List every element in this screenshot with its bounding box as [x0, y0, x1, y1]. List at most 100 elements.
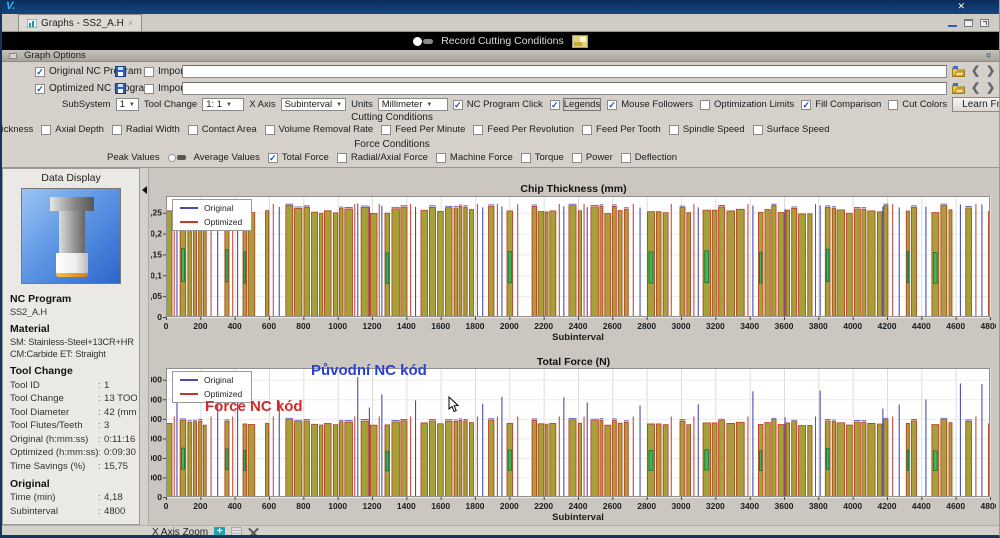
next-arrow-button[interactable]: ❯ [986, 65, 995, 78]
window-close-button[interactable]: ✕ [957, 0, 965, 13]
chip-thickness-plot[interactable] [151, 183, 996, 346]
data-row-tool-flutes-teeth: Tool Flutes/Teeth:3 [10, 420, 137, 431]
record-label: Record Cutting Conditions [441, 35, 564, 47]
checkbox-mouse-followers[interactable]: ✓Mouse Followers [607, 99, 693, 110]
grid-view-icon[interactable] [231, 527, 242, 538]
total-force-plot[interactable] [151, 356, 996, 522]
checkbox-machine-force[interactable]: Machine Force [436, 152, 513, 163]
x-axis-select[interactable]: Subinterval▼ [281, 98, 346, 111]
checkbox-box [669, 125, 679, 135]
chevron-down-icon: ▼ [336, 102, 342, 108]
checkbox-optimized-nc-program[interactable]: ✓Optimized NC Program [35, 83, 152, 94]
popout-icon[interactable] [980, 19, 989, 27]
graph-options-title: Graph Options [24, 50, 86, 61]
checkbox-radial-axial-force[interactable]: Radial/Axial Force [337, 152, 428, 163]
row-label: Subinterval [10, 506, 98, 517]
row-label: Tool Flutes/Teeth [10, 420, 98, 431]
checkbox-torque[interactable]: Torque [521, 152, 564, 163]
row-label: Tool Diameter [10, 407, 98, 418]
tool-holder-shape [50, 197, 94, 211]
learn-from-results-button[interactable]: Learn From Results [952, 97, 1000, 112]
units-select[interactable]: Millimeter▼ [378, 98, 448, 111]
annotation-force-nc-k-d: Force NC kód [205, 398, 303, 415]
snapshot-icon[interactable] [572, 35, 588, 48]
checkbox-deflection[interactable]: Deflection [621, 152, 677, 163]
open-folder-icon[interactable] [952, 66, 965, 77]
vericut-logo-icon: V. [6, 0, 15, 13]
checkbox-box [753, 125, 763, 135]
checkbox-label: Optimization Limits [714, 99, 794, 110]
subsystem-select[interactable]: 1▼ [116, 98, 139, 111]
panel-splitter[interactable] [140, 168, 149, 525]
open-folder-icon[interactable] [952, 83, 965, 94]
checkbox-fill-comparison[interactable]: ✓ Fill Comparison [801, 99, 881, 110]
original-header: Original [10, 478, 137, 490]
tool-change-select[interactable]: 1: 1▼ [202, 98, 244, 111]
save-icon[interactable] [115, 83, 126, 94]
row-value: 42 (mm) [104, 407, 137, 418]
chevron-down-icon: ▼ [426, 102, 432, 108]
subsystem-value: 1 [120, 99, 125, 110]
checkbox-box: ✓ [35, 67, 45, 77]
checkbox-label: Feed Per Minute [395, 124, 465, 135]
collapse-panel-icon[interactable]: » [982, 52, 994, 58]
material-line: CM:Carbide ET: Straight [10, 349, 137, 359]
prev-arrow-button[interactable]: ❮ [971, 65, 980, 78]
next-arrow-button[interactable]: ❯ [986, 82, 995, 95]
checkbox-radial-width[interactable]: Radial Width [112, 124, 180, 135]
toggle-pill-icon [177, 155, 186, 160]
checkbox-feed-per-tooth[interactable]: Feed Per Tooth [582, 124, 661, 135]
row-value: 1 [104, 380, 137, 391]
record-toggle[interactable] [413, 37, 433, 46]
import-2-path-field[interactable] [182, 82, 947, 95]
checkbox-label: Optimized NC Program [49, 83, 152, 94]
tab-graphs[interactable]: Graphs - SS2_A.H × [18, 14, 142, 31]
checkbox-volume-removal-rate[interactable]: Volume Removal Rate [265, 124, 374, 135]
reset-zoom-icon[interactable] [248, 527, 259, 538]
checkbox-power[interactable]: Power [572, 152, 613, 163]
checkbox-legends[interactable]: ✓Legends [550, 99, 600, 110]
tool-change-label: Tool Change [144, 99, 197, 110]
checkbox-label: Radial Width [126, 124, 180, 135]
tool-change-table: Tool ID:1Tool Change:13 TOOLTool Diamete… [10, 380, 137, 472]
zoom-in-button[interactable]: + [214, 527, 225, 538]
checkbox-label: Volume Removal Rate [279, 124, 374, 135]
window-controls [948, 14, 989, 31]
force-conditions-row: Peak Values Average Values ✓Total ForceR… [2, 152, 782, 163]
checkbox-label: Cut Colors [902, 99, 947, 110]
checkbox-optimization-limits[interactable]: Optimization Limits [700, 99, 794, 110]
checkbox-nc-program-click[interactable]: ✓NC Program Click [453, 99, 543, 110]
legend-label: Original [204, 375, 233, 385]
restore-icon[interactable] [964, 19, 973, 27]
checkbox-chip-thickness[interactable]: ✓Chip Thickness [0, 124, 33, 135]
checkbox-label: Fill Comparison [815, 99, 881, 110]
checkbox-feed-per-minute[interactable]: Feed Per Minute [381, 124, 465, 135]
row-label: Original (h:mm:ss) [10, 434, 98, 445]
checkbox-box: ✓ [801, 100, 811, 110]
checkbox-label: Contact Area [202, 124, 257, 135]
row-value: 13 TOOL [104, 393, 137, 404]
checkbox-label: Surface Speed [767, 124, 830, 135]
prev-arrow-button[interactable]: ❮ [971, 82, 980, 95]
tab-close-icon[interactable]: × [128, 18, 133, 28]
tool-change-value: 1: 1 [206, 99, 222, 110]
checkbox-surface-speed[interactable]: Surface Speed [753, 124, 830, 135]
save-icon[interactable] [115, 66, 126, 77]
checkbox-spindle-speed[interactable]: Spindle Speed [669, 124, 745, 135]
total-force-chart: Total Force (N) OriginalOptimized Původn… [151, 356, 996, 522]
import-1-path-field[interactable] [182, 65, 947, 78]
original-program-row: ✓Original NC Program Import 1 ❮ ❯ [2, 64, 999, 79]
row-value: 15,75 [104, 461, 137, 472]
minimize-icon[interactable] [948, 19, 957, 27]
tab-bar: Graphs - SS2_A.H × [2, 14, 999, 32]
panel-grip-icon [9, 53, 17, 59]
row-label: Tool Change [10, 393, 98, 404]
checkbox-total-force[interactable]: ✓Total Force [268, 152, 329, 163]
legend-item-optimized: Optimized [180, 217, 242, 227]
checkbox-contact-area[interactable]: Contact Area [188, 124, 257, 135]
peak-average-toggle[interactable] [168, 154, 186, 162]
checkbox-cut-colors[interactable]: Cut Colors [888, 99, 947, 110]
checkbox-axial-depth[interactable]: Axial Depth [41, 124, 104, 135]
checkbox-feed-per-revolution[interactable]: Feed Per Revolution [473, 124, 574, 135]
checkbox-label: Total Force [282, 152, 329, 163]
